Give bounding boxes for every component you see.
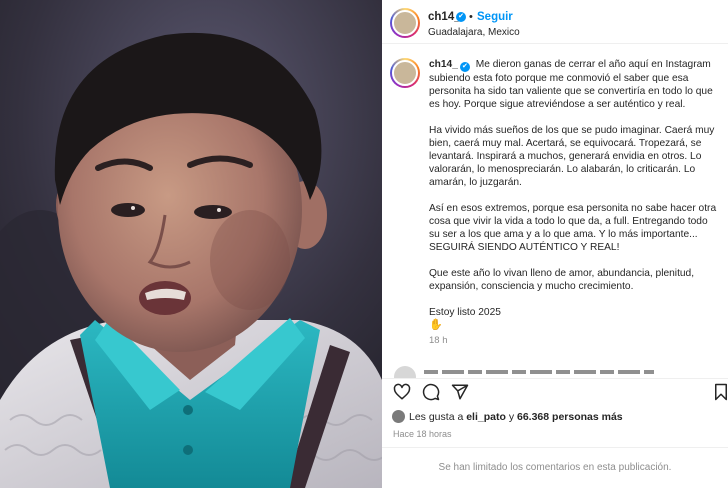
caption-section: ch14_ ✔ Me dieron ganas de cerrar el año … (382, 44, 728, 364)
caption-author-avatar[interactable] (390, 58, 420, 88)
follow-button[interactable]: Seguir (477, 11, 513, 23)
likes-count[interactable]: 66.368 personas más (517, 411, 623, 423)
caption-text: ch14_ ✔ Me dieron ganas de cerrar el año … (429, 58, 721, 347)
verified-icon: ✔ (459, 62, 470, 72)
comment-avatar[interactable] (394, 366, 416, 378)
raised-hand-emoji: ✋ (429, 319, 443, 331)
comment-text-partial (424, 370, 654, 374)
caption-paragraph-3: Así en esos extremos, porque esa personi… (429, 203, 717, 253)
post-sidebar: ch14_ ✔ • Seguir Guadalajara, Mexico ch1… (382, 0, 728, 488)
liker-avatar[interactable] (392, 410, 405, 423)
heart-icon[interactable] (393, 383, 411, 401)
post-photo[interactable] (0, 0, 382, 488)
post-date[interactable]: Hace 18 horas (393, 429, 452, 439)
liker-username[interactable]: eli_pato (466, 411, 506, 423)
caption-paragraph-1-text: Me dieron ganas de cerrar el año aquí en… (429, 59, 713, 110)
caption-paragraph-5-text: Estoy listo 2025 (429, 307, 501, 318)
bookmark-icon[interactable] (712, 383, 728, 401)
caption-paragraph-4: Que este año lo vivan lleno de amor, abu… (429, 268, 695, 292)
share-icon[interactable] (451, 383, 469, 401)
likes-summary: Les gusta a eli_pato y 66.368 personas m… (392, 410, 623, 426)
caption-timestamp[interactable]: 18 h (429, 334, 721, 347)
caption-username[interactable]: ch14_ (429, 59, 458, 70)
likes-middle: y (508, 411, 515, 423)
caption-paragraph-1: ch14_ ✔ Me dieron ganas de cerrar el año … (429, 58, 721, 111)
post-header: ch14_ ✔ • Seguir Guadalajara, Mexico (382, 0, 728, 44)
caption-paragraph-2: Ha vivido más sueños de los que se pudo … (429, 125, 715, 188)
comment-icon[interactable] (422, 383, 440, 401)
separator-dot: • (469, 11, 473, 23)
post-location[interactable]: Guadalajara, Mexico (428, 27, 520, 38)
comment-row-partial (392, 366, 728, 378)
post-actions-bar (382, 378, 728, 404)
caption-paragraph-5: Estoy listo 2025 ✋ (429, 306, 721, 332)
author-avatar[interactable] (390, 8, 420, 38)
likes-prefix: Les gusta a (409, 411, 464, 423)
verified-icon: ✔ (456, 12, 466, 22)
comments-limited-notice: Se han limitado los comentarios en esta … (382, 447, 728, 488)
child-portrait-image (0, 0, 382, 488)
